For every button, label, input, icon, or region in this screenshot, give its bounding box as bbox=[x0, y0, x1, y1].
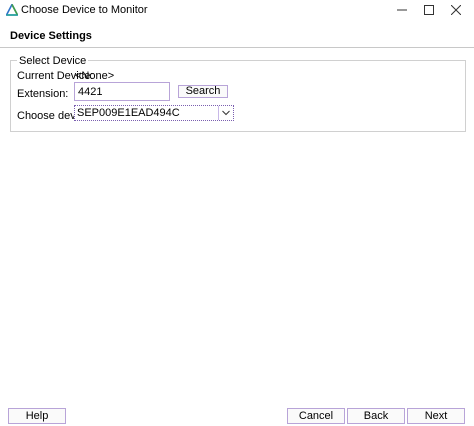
maximize-icon bbox=[424, 5, 434, 15]
next-button[interactable]: Next bbox=[407, 408, 465, 424]
maximize-button[interactable] bbox=[416, 0, 442, 20]
chevron-down-icon bbox=[222, 110, 230, 116]
choose-device-value: SEP009E1EAD494C bbox=[77, 107, 180, 119]
dropdown-toggle[interactable] bbox=[218, 106, 233, 120]
extension-input[interactable]: 4421 bbox=[74, 82, 170, 101]
triangle-logo-icon bbox=[5, 2, 19, 16]
current-device-value: <None> bbox=[75, 70, 115, 82]
group-title: Select Device bbox=[17, 55, 89, 67]
close-icon bbox=[451, 5, 461, 15]
title-bar: Choose Device to Monitor bbox=[0, 0, 474, 20]
close-button[interactable] bbox=[443, 0, 469, 20]
extension-label: Extension: bbox=[17, 88, 69, 100]
header-divider bbox=[0, 47, 474, 48]
window-title: Choose Device to Monitor bbox=[21, 4, 148, 16]
minimize-icon bbox=[397, 9, 407, 11]
help-button[interactable]: Help bbox=[8, 408, 66, 424]
search-button[interactable]: Search bbox=[178, 85, 228, 98]
minimize-button[interactable] bbox=[389, 0, 415, 20]
choose-device-select[interactable]: SEP009E1EAD494C bbox=[74, 105, 234, 121]
extension-value: 4421 bbox=[78, 86, 103, 98]
cancel-button[interactable]: Cancel bbox=[287, 408, 345, 424]
page-title: Device Settings bbox=[10, 30, 92, 42]
back-button[interactable]: Back bbox=[347, 408, 405, 424]
